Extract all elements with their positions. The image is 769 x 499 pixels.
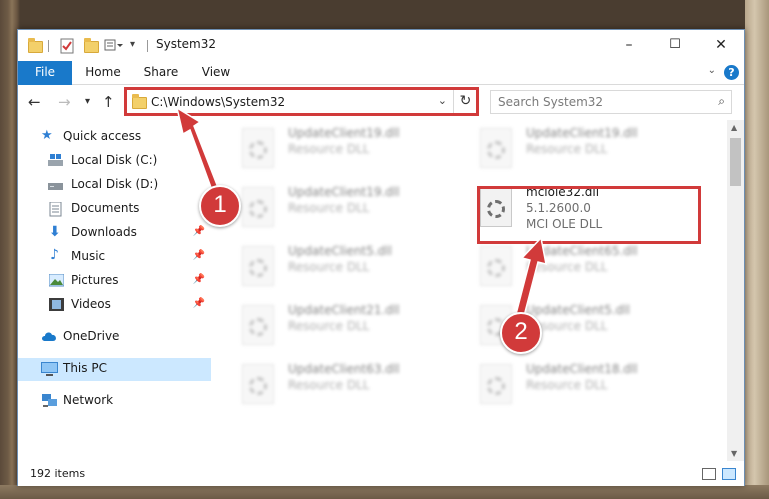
file-item[interactable]: UpdateClient63.dll Resource DLL	[238, 360, 468, 410]
videos-icon	[49, 298, 64, 311]
sidebar-item-videos[interactable]: Videos 📌	[18, 294, 211, 317]
up-arrow-icon[interactable]: ↑	[102, 93, 115, 111]
navigation-pane: ★ Quick access Local Disk (C:) Local Dis…	[18, 126, 211, 461]
desktop-background-bottom	[0, 485, 769, 499]
sidebar-item-music[interactable]: ♪ Music 📌	[18, 246, 211, 269]
step-2-badge: 2	[500, 312, 542, 354]
item-count: 192 items	[30, 467, 86, 480]
cloud-icon	[41, 330, 56, 343]
address-highlight-box	[124, 87, 479, 116]
recent-locations-icon[interactable]: ▾	[85, 96, 90, 107]
close-button[interactable]: ✕	[698, 30, 744, 61]
toolbar-separator	[48, 40, 52, 52]
file-item[interactable]: UpdateClient19.dll Resource DLL	[238, 183, 468, 233]
dll-file-icon	[242, 187, 274, 227]
pin-icon[interactable]: 📌	[193, 250, 205, 261]
star-icon: ★	[41, 128, 53, 143]
scroll-thumb[interactable]	[730, 138, 741, 186]
ribbon-expand-icon[interactable]: ⌄	[708, 65, 716, 76]
pin-icon[interactable]: 📌	[193, 298, 205, 309]
download-arrow-icon: ⬇	[49, 224, 61, 240]
windows-drive-icon	[48, 154, 63, 167]
pin-icon[interactable]: 📌	[193, 274, 205, 285]
help-icon[interactable]: ?	[724, 65, 739, 80]
computer-icon	[41, 362, 58, 376]
scroll-down-icon[interactable]: ▼	[731, 449, 737, 458]
window-title: System32	[156, 37, 217, 51]
file-item[interactable]: UpdateClient18.dll Resource DLL	[476, 360, 706, 410]
sidebar-item-pictures[interactable]: Pictures 📌	[18, 270, 211, 293]
dll-file-icon	[242, 246, 274, 286]
status-bar: 192 items	[18, 463, 744, 486]
customize-icon[interactable]	[104, 38, 124, 54]
desktop-background-right	[745, 0, 769, 499]
details-view-icon[interactable]	[702, 468, 716, 480]
file-highlight-box	[477, 186, 701, 244]
forward-arrow-icon[interactable]: →	[58, 93, 71, 111]
title-separator	[147, 40, 149, 52]
search-input[interactable]: Search System32 ⌕	[490, 90, 732, 114]
large-icons-view-icon[interactable]	[722, 468, 736, 480]
sidebar-item-local-disk-d[interactable]: Local Disk (D:)	[18, 174, 211, 197]
dll-file-icon	[242, 305, 274, 345]
file-list: UpdateClient19.dll Resource DLL UpdateCl…	[224, 122, 728, 462]
explorer-window: ▾ System32 – ☐ ✕ File Home Share View ⌄ …	[17, 29, 745, 486]
quick-access-dropdown-icon[interactable]: ▾	[130, 39, 140, 55]
vertical-scrollbar[interactable]: ▲ ▼	[727, 120, 744, 461]
dll-file-icon	[480, 246, 512, 286]
tab-share[interactable]: Share	[138, 61, 184, 85]
navigation-bar: ← → ▾ ↑ C:\Windows\System32 ⌄ ↻ Search S…	[18, 86, 744, 118]
music-note-icon: ♪	[50, 247, 59, 263]
sidebar-item-this-pc[interactable]: This PC	[18, 358, 211, 381]
sidebar-item-onedrive[interactable]: OneDrive	[18, 326, 211, 349]
sidebar-item-quick-access[interactable]: ★ Quick access	[18, 126, 211, 149]
minimize-button[interactable]: –	[606, 30, 652, 61]
dll-file-icon	[242, 128, 274, 168]
file-item[interactable]: UpdateClient5.dll Resource DLL	[238, 242, 468, 292]
drive-icon	[48, 178, 63, 191]
new-folder-icon[interactable]	[84, 38, 100, 54]
file-item[interactable]: UpdateClient19.dll Resource DLL	[238, 124, 468, 174]
maximize-button[interactable]: ☐	[652, 30, 698, 61]
scroll-up-icon[interactable]: ▲	[731, 123, 737, 132]
properties-icon[interactable]	[60, 38, 74, 54]
sidebar-item-downloads[interactable]: ⬇ Downloads 📌	[18, 222, 211, 245]
dll-file-icon	[242, 364, 274, 404]
dll-file-icon	[480, 128, 512, 168]
file-item[interactable]: UpdateClient21.dll Resource DLL	[238, 301, 468, 351]
tab-home[interactable]: Home	[80, 61, 126, 85]
search-icon: ⌕	[718, 94, 725, 108]
sidebar-item-documents[interactable]: Documents	[18, 198, 211, 221]
pictures-icon	[48, 273, 65, 287]
documents-icon	[49, 201, 64, 217]
network-icon	[41, 394, 57, 407]
sidebar-item-local-disk-c[interactable]: Local Disk (C:)	[18, 150, 211, 173]
file-item[interactable]: UpdateClient19.dll Resource DLL	[476, 124, 706, 174]
tab-file[interactable]: File	[18, 61, 72, 85]
sidebar-item-network[interactable]: Network	[18, 390, 211, 413]
search-placeholder: Search System32	[498, 95, 604, 109]
title-bar: ▾ System32 – ☐ ✕	[18, 30, 744, 61]
folder-icon[interactable]	[27, 38, 43, 54]
ribbon: File Home Share View ⌄ ?	[18, 61, 744, 85]
dll-file-icon	[480, 364, 512, 404]
step-1-badge: 1	[199, 185, 241, 227]
file-item[interactable]: UpdateClient65.dll Resource DLL	[476, 242, 706, 292]
tab-view[interactable]: View	[194, 61, 238, 85]
back-arrow-icon[interactable]: ←	[28, 93, 41, 111]
pin-icon[interactable]: 📌	[193, 226, 205, 237]
